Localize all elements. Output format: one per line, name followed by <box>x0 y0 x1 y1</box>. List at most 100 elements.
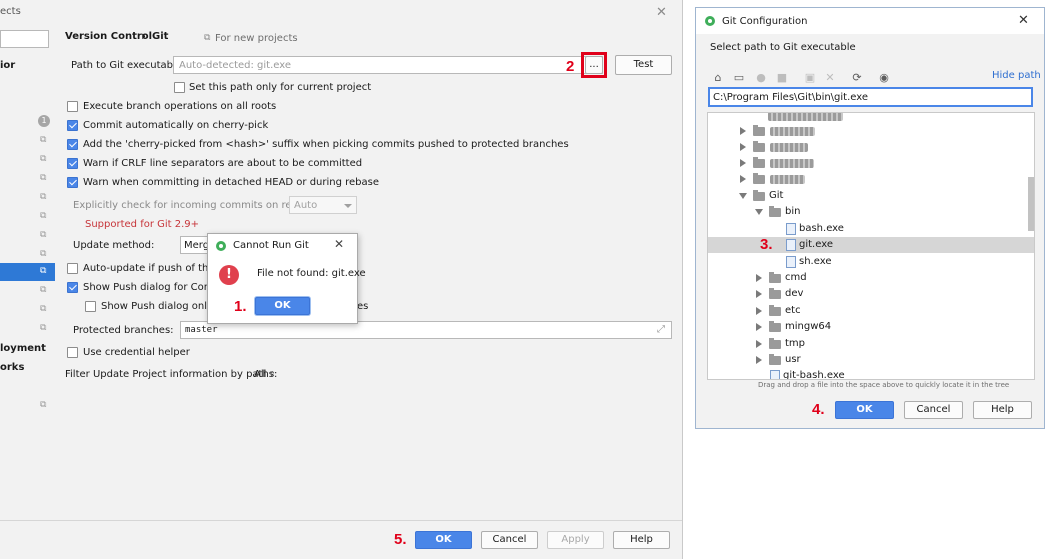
tree-row-obscured[interactable] <box>708 171 1034 187</box>
update-method-label: Update method: <box>73 240 155 251</box>
current-project-checkbox[interactable] <box>174 82 185 93</box>
sidebar-item-fragment-3[interactable]: orks <box>0 362 24 373</box>
desktop-icon[interactable]: ▭ <box>732 71 746 85</box>
tree-row-bash[interactable]: bash.exe <box>708 221 1034 237</box>
expand-icon[interactable]: ⤢ <box>657 324 665 335</box>
module-icon[interactable]: ■ <box>775 71 789 85</box>
file-tree[interactable]: Git bin bash.exe 3. git.exe sh.exe cmd d… <box>707 112 1035 380</box>
tree-row-cmd[interactable]: cmd <box>708 270 1034 286</box>
expand-arrow-icon[interactable] <box>740 143 746 151</box>
expand-arrow-icon[interactable] <box>756 290 762 298</box>
test-button[interactable]: Test <box>615 55 672 75</box>
apply-button[interactable]: Apply <box>547 531 604 549</box>
incoming-check-select[interactable]: Auto <box>289 196 357 214</box>
cancel-button[interactable]: Cancel <box>481 531 538 549</box>
tree-row-usr[interactable]: usr <box>708 352 1034 368</box>
hide-path-link[interactable]: Hide path <box>992 70 1041 81</box>
expand-arrow-icon[interactable] <box>756 307 762 315</box>
sidebar-item[interactable]: ⧉ <box>0 189 55 207</box>
tree-label: bin <box>785 206 801 217</box>
sidebar-badge-row[interactable]: 1 <box>0 113 55 131</box>
close-icon[interactable]: ✕ <box>656 5 667 20</box>
expand-arrow-icon[interactable] <box>756 356 762 364</box>
auto-update-checkbox[interactable] <box>67 263 78 274</box>
config-ok-button[interactable]: OK <box>835 401 894 419</box>
tree-row-dev[interactable]: dev <box>708 286 1034 302</box>
credential-helper-checkbox[interactable] <box>67 347 78 358</box>
tree-label: cmd <box>785 272 807 283</box>
expand-arrow-icon[interactable] <box>740 159 746 167</box>
copy-icon: ⧉ <box>40 400 47 410</box>
collapse-arrow-icon[interactable] <box>739 193 747 199</box>
sidebar-item[interactable]: ⧉ <box>0 246 55 264</box>
sidebar-item[interactable]: ⧉ <box>0 282 55 300</box>
breadcrumb-separator: › <box>141 29 146 43</box>
folder-icon <box>769 305 781 316</box>
sidebar-item[interactable]: ⧉ <box>0 397 55 415</box>
tree-row-obscured[interactable] <box>708 123 1034 139</box>
tree-row-etc[interactable]: etc <box>708 303 1034 319</box>
ok-button[interactable]: OK <box>415 531 472 549</box>
config-cancel-button[interactable]: Cancel <box>904 401 963 419</box>
tree-label: bash.exe <box>799 223 844 234</box>
project-icon[interactable]: ● <box>754 71 768 85</box>
tree-row-obscured[interactable] <box>708 155 1034 171</box>
tree-row-obscured[interactable] <box>708 139 1034 155</box>
refresh-icon[interactable]: ⟳ <box>850 71 864 85</box>
sidebar-item[interactable]: ⧉ <box>0 320 55 338</box>
new-folder-icon[interactable]: ▣ <box>803 71 817 85</box>
sidebar-search-input[interactable] <box>0 30 49 48</box>
filter-update-select[interactable]: All ⇕ <box>254 369 276 380</box>
config-help-button[interactable]: Help <box>973 401 1032 419</box>
path-input[interactable]: C:\Program Files\Git\bin\git.exe <box>708 87 1033 107</box>
sidebar-item-fragment-1[interactable]: ior <box>0 60 15 71</box>
collapse-arrow-icon[interactable] <box>755 209 763 215</box>
close-icon[interactable]: ✕ <box>1018 13 1029 28</box>
footer-divider <box>0 520 682 521</box>
tree-row-mingw64[interactable]: mingw64 <box>708 319 1034 335</box>
folder-icon <box>753 173 765 184</box>
breadcrumb-parent[interactable]: Version Control <box>65 31 152 42</box>
detached-head-checkbox[interactable] <box>67 177 78 188</box>
sidebar-item[interactable]: ⧉ <box>0 227 55 245</box>
sidebar-item-fragment-2[interactable]: loyment <box>0 343 46 354</box>
cherry-suffix-checkbox[interactable] <box>67 139 78 150</box>
expand-arrow-icon[interactable] <box>756 340 762 348</box>
obscured-name <box>770 127 815 136</box>
delete-icon[interactable]: ✕ <box>823 71 837 85</box>
crlf-checkbox[interactable] <box>67 158 78 169</box>
show-hidden-icon[interactable]: ◉ <box>877 71 891 85</box>
sidebar-item-git-selected[interactable]: ⧉ <box>0 263 55 281</box>
sidebar-item[interactable]: ⧉ <box>0 151 55 169</box>
tree-row-bin[interactable]: bin <box>708 204 1034 220</box>
copy-icon: ⧉ <box>204 33 211 43</box>
expand-arrow-icon[interactable] <box>740 127 746 135</box>
expand-arrow-icon[interactable] <box>756 323 762 331</box>
close-icon[interactable]: ✕ <box>334 237 344 251</box>
filter-update-value: All <box>254 369 267 380</box>
supported-note: Supported for Git 2.9+ <box>85 219 200 230</box>
tree-row-tmp[interactable]: tmp <box>708 336 1034 352</box>
show-push-only-checkbox[interactable] <box>85 301 96 312</box>
expand-arrow-icon[interactable] <box>740 175 746 183</box>
git-path-input[interactable]: Auto-detected: git.exe <box>173 56 603 74</box>
tree-row-git-bash[interactable]: git-bash.exe <box>708 368 1034 379</box>
tree-row-sh[interactable]: sh.exe <box>708 254 1034 270</box>
folder-icon <box>769 288 781 299</box>
folder-icon <box>753 157 765 168</box>
expand-arrow-icon[interactable] <box>756 274 762 282</box>
sidebar-item[interactable]: ⧉ <box>0 170 55 188</box>
branch-ops-checkbox[interactable] <box>67 101 78 112</box>
cherry-pick-checkbox[interactable] <box>67 120 78 131</box>
tree-row-git[interactable]: Git <box>708 188 1034 204</box>
sidebar-item[interactable]: ⧉ <box>0 132 55 150</box>
show-push-checkbox[interactable] <box>67 282 78 293</box>
dialog-ok-button[interactable]: OK <box>255 297 310 315</box>
drag-drop-hint: Drag and drop a file into the space abov… <box>758 381 1010 389</box>
update-method-value: Merg <box>184 240 210 251</box>
help-button[interactable]: Help <box>613 531 670 549</box>
home-icon[interactable]: ⌂ <box>711 71 725 85</box>
sidebar-item[interactable]: ⧉ <box>0 301 55 319</box>
sidebar-item[interactable]: ⧉ <box>0 208 55 226</box>
tree-row-git-exe-selected[interactable]: 3. git.exe <box>708 236 1034 253</box>
